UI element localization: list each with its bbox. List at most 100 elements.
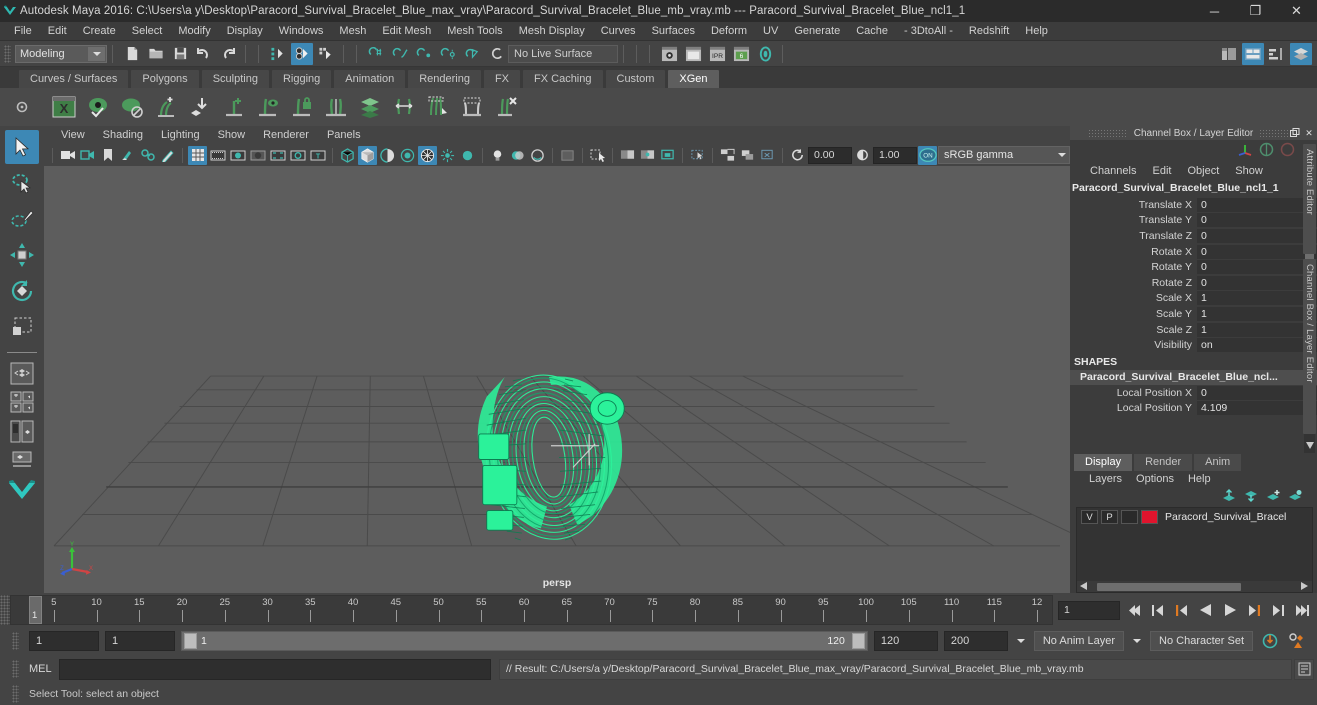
color-space-dropdown[interactable]: sRGB gamma (938, 146, 1070, 164)
layer-scroll-thumb[interactable] (1097, 582, 1241, 591)
current-frame-field[interactable]: 1 (1058, 600, 1120, 620)
shelf-tab-fx[interactable]: FX (482, 69, 522, 88)
xray-joints-icon[interactable] (638, 146, 657, 165)
channel-row[interactable]: Scale X 1 (1070, 291, 1317, 307)
shelf-tab-xgen[interactable]: XGen (667, 69, 720, 88)
menu-file[interactable]: File (6, 22, 40, 41)
layer-tab-anim[interactable]: Anim (1194, 454, 1242, 471)
menu-3dtoall[interactable]: - 3DtoAll - (896, 22, 961, 41)
menu-help[interactable]: Help (1017, 22, 1056, 41)
channel-value[interactable]: 0 (1197, 244, 1317, 259)
menu-cache[interactable]: Cache (848, 22, 896, 41)
chevron-down-icon-2[interactable] (1130, 639, 1144, 643)
xgen-add-density-icon[interactable] (218, 91, 250, 123)
menu-uv[interactable]: UV (755, 22, 786, 41)
channel-row[interactable]: Rotate Y 0 (1070, 259, 1317, 275)
viewport-menu-panels[interactable]: Panels (318, 126, 370, 144)
new-layer-from-selected-icon[interactable] (1288, 489, 1303, 505)
view-transform-toggle[interactable]: ON (918, 145, 937, 165)
scale-tool-icon[interactable] (5, 310, 39, 344)
gamma-reset-icon[interactable] (738, 146, 757, 165)
gamma-field[interactable]: 1.00 (873, 146, 917, 164)
wireframe-shading-icon[interactable] (338, 146, 357, 165)
viewport-menu-renderer[interactable]: Renderer (254, 126, 318, 144)
script-editor-icon[interactable] (1294, 658, 1314, 680)
xgen-window-icon[interactable]: X (48, 91, 80, 123)
gamma-cycle-icon[interactable] (853, 146, 872, 165)
auto-keyframe-icon[interactable] (1259, 630, 1280, 652)
range-end-handle[interactable] (851, 633, 865, 649)
show-tool-settings-icon[interactable] (1218, 43, 1240, 65)
layer-tab-display[interactable]: Display (1074, 454, 1133, 471)
layer-menu-layers[interactable]: Layers (1082, 471, 1129, 488)
viewport-menu-lighting[interactable]: Lighting (152, 126, 209, 144)
snap-to-grid-icon[interactable] (365, 43, 387, 65)
layer-name[interactable]: Paracord_Survival_Bracel (1165, 511, 1286, 523)
menu-create[interactable]: Create (75, 22, 124, 41)
menu-select[interactable]: Select (124, 22, 171, 41)
layer-color-swatch[interactable] (1141, 510, 1158, 524)
new-layer-icon[interactable] (1266, 489, 1281, 505)
select-by-hierarchy-icon[interactable] (267, 43, 289, 65)
paint-select-tool-icon[interactable] (5, 202, 39, 236)
channel-value[interactable]: 1 (1197, 291, 1317, 306)
xgen-layers-icon[interactable] (354, 91, 386, 123)
channel-value[interactable]: 0 (1197, 213, 1317, 228)
menu-surfaces[interactable]: Surfaces (644, 22, 703, 41)
select-by-component-type-icon[interactable] (315, 43, 337, 65)
layer-shading-toggle[interactable] (1121, 510, 1138, 524)
camera-attributes-icon[interactable] (78, 146, 97, 165)
channel-box-menu-edit[interactable]: Edit (1144, 162, 1179, 180)
layer-playback-toggle[interactable]: P (1101, 510, 1118, 524)
menu-edit-mesh[interactable]: Edit Mesh (374, 22, 439, 41)
live-surface-field[interactable]: No Live Surface (508, 44, 618, 63)
channel-row[interactable]: Local Position X 0 (1070, 385, 1317, 401)
menu-redshift[interactable]: Redshift (961, 22, 1017, 41)
channel-box-menu-object[interactable]: Object (1179, 162, 1227, 180)
four-view-layout-icon[interactable] (5, 390, 39, 416)
xgen-part-guides-icon[interactable] (320, 91, 352, 123)
menu-mesh[interactable]: Mesh (331, 22, 374, 41)
snap-to-curve-icon[interactable] (389, 43, 411, 65)
xray-icon[interactable] (618, 146, 637, 165)
menu-mesh-tools[interactable]: Mesh Tools (439, 22, 510, 41)
channel-value[interactable]: 0 (1197, 228, 1317, 243)
shelf-tab-rigging[interactable]: Rigging (270, 69, 333, 88)
menu-mesh-display[interactable]: Mesh Display (511, 22, 593, 41)
wireframe-on-shaded-icon[interactable] (418, 145, 437, 165)
animation-start-field[interactable]: 1 (29, 631, 99, 651)
show-layer-editor-icon[interactable] (1290, 42, 1312, 65)
show-attribute-editor-icon[interactable] (1242, 42, 1264, 65)
xgen-preview-icon[interactable] (82, 91, 114, 123)
shaded-texture-icon[interactable] (458, 146, 477, 165)
exposure-reset-icon[interactable] (718, 146, 737, 165)
channel-row[interactable]: Translate Z 0 (1070, 228, 1317, 244)
step-forward-key-icon[interactable] (1267, 599, 1288, 621)
smooth-shade-selected-icon[interactable] (378, 146, 397, 165)
help-line-grip[interactable] (12, 685, 19, 703)
command-input[interactable] (59, 658, 491, 680)
layer-row[interactable]: V P Paracord_Survival_Bracel (1077, 508, 1312, 524)
grease-pencil-icon[interactable] (158, 146, 177, 165)
isolate-select-icon[interactable] (588, 146, 607, 165)
viewport-menu-shading[interactable]: Shading (94, 126, 152, 144)
channel-row[interactable]: Scale Z 1 (1070, 322, 1317, 338)
xgen-disable-preview-icon[interactable] (116, 91, 148, 123)
3d-viewport[interactable]: Y X Z persp (44, 166, 1070, 593)
menu-deform[interactable]: Deform (703, 22, 755, 41)
play-forwards-icon[interactable] (1219, 599, 1240, 621)
channel-value[interactable]: 0 (1197, 260, 1317, 275)
film-origin-icon[interactable] (268, 146, 287, 165)
move-layer-down-icon[interactable] (1244, 489, 1259, 505)
viewport-menu-view[interactable]: View (52, 126, 94, 144)
layer-menu-options[interactable]: Options (1129, 471, 1181, 488)
animation-preferences-icon[interactable] (1286, 630, 1307, 652)
bookmark-icon[interactable] (98, 146, 117, 165)
shelf-tab-curves-surfaces[interactable]: Curves / Surfaces (18, 69, 130, 88)
go-to-end-icon[interactable] (1291, 599, 1312, 621)
playback-start-field[interactable]: 1 (105, 631, 175, 651)
manipulator-icon[interactable] (1237, 142, 1253, 160)
command-line-grip[interactable] (12, 660, 19, 678)
anim-layer-selector[interactable]: No Anim Layer (1033, 631, 1125, 651)
step-back-key-icon[interactable] (1147, 599, 1168, 621)
